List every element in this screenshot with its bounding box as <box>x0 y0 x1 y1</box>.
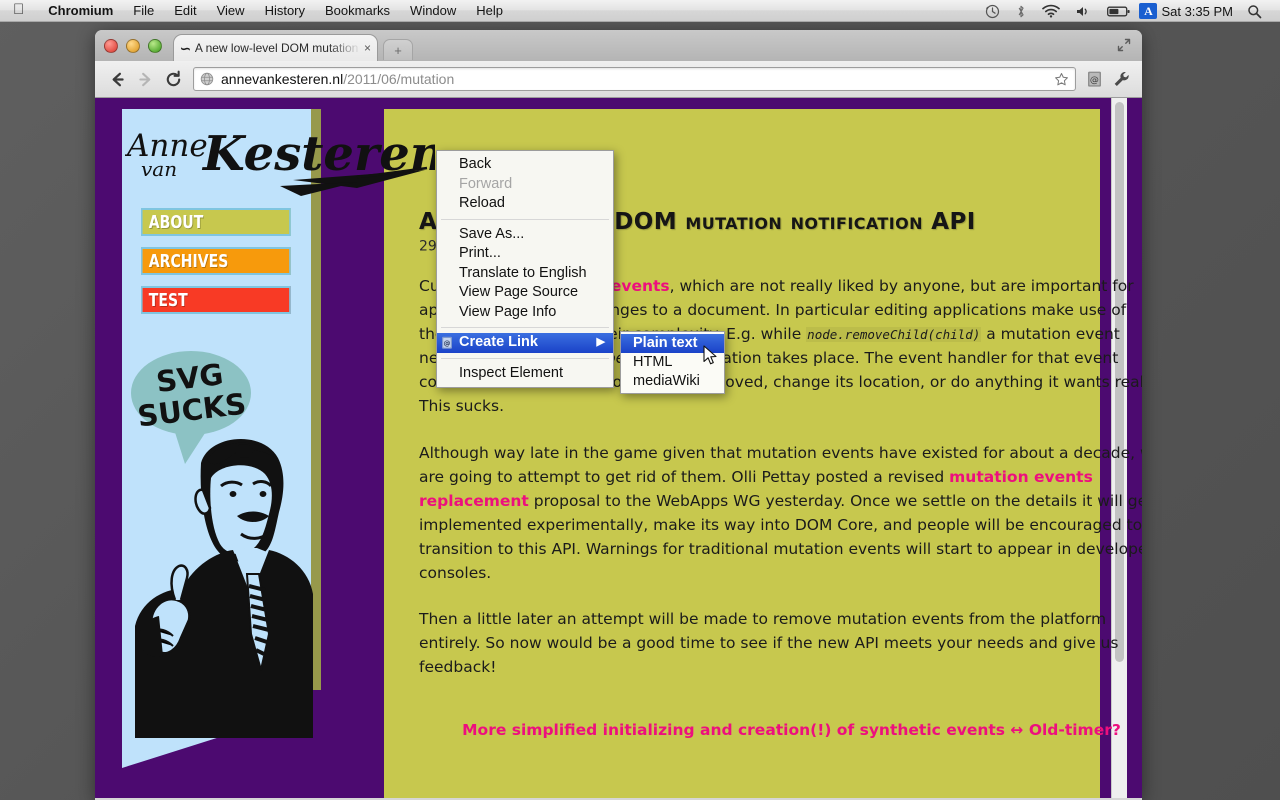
previous-post-link[interactable]: More simplified initializing and creatio… <box>462 721 1005 739</box>
context-menu-item-view-page-source[interactable]: View Page Source <box>437 283 613 303</box>
url-path: /2011/06/mutation <box>343 71 455 87</box>
menu-bar-clock[interactable]: Sat 3:35 PM <box>1161 4 1233 19</box>
menu-item-view[interactable]: View <box>207 3 255 18</box>
create-link-icon: @ <box>441 336 455 350</box>
context-menu-item-create-link[interactable]: @ Create Link ▶ <box>437 333 613 353</box>
squiggle-favicon: ∽ <box>180 40 191 56</box>
globe-icon <box>200 72 214 86</box>
zoom-window-button[interactable] <box>148 39 162 53</box>
next-post-link[interactable]: Old-timer? <box>1029 721 1121 739</box>
create-link-extension-icon[interactable]: @ <box>1082 66 1108 92</box>
bluetooth-icon[interactable] <box>1016 4 1026 19</box>
menu-item-bookmarks[interactable]: Bookmarks <box>315 3 400 18</box>
menu-item-chromium[interactable]: Chromium <box>38 3 123 18</box>
menu-bar-status-area: A Sat 3:35 PM <box>977 0 1280 22</box>
site-nav: ABOUT ARCHIVES TEST <box>141 208 293 325</box>
menu-item-file[interactable]: File <box>123 3 164 18</box>
context-menu-item-print[interactable]: Print... <box>437 244 613 264</box>
close-tab-icon[interactable]: × <box>364 41 371 55</box>
date-day: 29 <box>419 238 437 255</box>
forward-button[interactable] <box>131 65 159 93</box>
spotlight-search-icon[interactable] <box>1247 4 1262 19</box>
context-menu: Back Forward Reload Save As... Print... … <box>436 150 614 388</box>
battery-icon[interactable] <box>1107 5 1131 18</box>
window-traffic-lights <box>104 39 162 53</box>
address-bar-url: annevankesteren.nl/2011/06/mutation <box>221 71 1050 87</box>
close-window-button[interactable] <box>104 39 118 53</box>
context-menu-item-view-page-info[interactable]: View Page Info <box>437 303 613 323</box>
chevron-right-icon: ▶ <box>596 336 605 348</box>
nav-item-archives-label: ARCHIVES <box>148 250 229 272</box>
desktop-screen:  Chromium File Edit View History Bookma… <box>0 0 1280 800</box>
context-menu-separator <box>441 357 609 359</box>
maximize-window-icon[interactable] <box>1116 37 1132 53</box>
article-paragraph-2: Although way late in the game given that… <box>419 441 1142 585</box>
time-machine-icon[interactable] <box>985 4 1000 19</box>
svg-text:van: van <box>141 157 177 181</box>
postnav-separator: ↔ <box>1005 720 1029 739</box>
tab-strip: ∽ A new low-level DOM mutation notificat… <box>95 30 1142 61</box>
svg-sucks-illustration: SVG SUCKS <box>123 338 313 738</box>
page-viewport: Anne van Kesteren ABOUT ARCHIVES TEST SV… <box>95 98 1142 798</box>
apple-menu-icon[interactable]:  <box>13 2 24 17</box>
chromium-browser-window: ∽ A new low-level DOM mutation notificat… <box>95 30 1142 800</box>
nav-item-test[interactable]: TEST <box>141 286 291 314</box>
nav-item-about[interactable]: ABOUT <box>141 208 291 236</box>
reload-button[interactable] <box>159 65 187 93</box>
context-menu-item-reload[interactable]: Reload <box>437 194 613 214</box>
context-menu-separator <box>441 218 609 220</box>
menu-item-edit[interactable]: Edit <box>164 3 206 18</box>
create-link-label: Create Link <box>459 334 538 350</box>
context-menu-item-inspect-element[interactable]: Inspect Element <box>437 364 613 384</box>
site-logo[interactable]: Anne van Kesteren <box>124 114 445 204</box>
submenu-item-html[interactable]: HTML <box>621 353 724 372</box>
context-menu-item-back[interactable]: Back <box>437 155 613 175</box>
create-link-submenu: Plain text HTML mediaWiki <box>620 331 725 394</box>
post-navigation: More simplified initializing and creatio… <box>419 721 1142 739</box>
browser-tab[interactable]: ∽ A new low-level DOM mutation notificat… <box>173 34 378 61</box>
context-menu-separator <box>441 327 609 328</box>
svg-text:@: @ <box>1090 76 1099 86</box>
minimize-window-button[interactable] <box>126 39 140 53</box>
address-bar[interactable]: annevankesteren.nl/2011/06/mutation <box>193 67 1076 91</box>
context-menu-item-forward: Forward <box>459 175 513 192</box>
wifi-icon[interactable] <box>1042 4 1061 18</box>
star-icon[interactable] <box>1054 72 1069 87</box>
nav-item-test-label: TEST <box>148 289 188 311</box>
submenu-item-plain-text[interactable]: Plain text <box>621 334 724 353</box>
new-tab-button[interactable]: + <box>383 39 413 60</box>
volume-icon[interactable] <box>1076 5 1091 18</box>
submenu-item-mediawiki[interactable]: mediaWiki <box>621 372 724 391</box>
inline-code: node.removeChild(child) <box>806 327 982 343</box>
article-paragraph-3: Then a little later an attempt will be m… <box>419 609 1119 676</box>
tab-title: A new low-level DOM mutation notificatio… <box>194 41 361 55</box>
menu-item-history[interactable]: History <box>255 3 315 18</box>
menu-item-window[interactable]: Window <box>400 3 466 18</box>
browser-toolbar: annevankesteren.nl/2011/06/mutation @ <box>95 61 1142 98</box>
context-menu-item-translate[interactable]: Translate to English <box>437 264 613 284</box>
svg-text:@: @ <box>444 340 451 348</box>
context-menu-item-save-as[interactable]: Save As... <box>437 225 613 245</box>
macos-menu-bar:  Chromium File Edit View History Bookma… <box>0 0 1280 22</box>
input-source-badge[interactable]: A <box>1139 3 1158 19</box>
back-button[interactable] <box>103 65 131 93</box>
url-host: annevankesteren.nl <box>221 71 344 87</box>
wrench-menu-icon[interactable] <box>1108 66 1134 92</box>
nav-item-about-label: ABOUT <box>148 211 204 233</box>
nav-item-archives[interactable]: ARCHIVES <box>141 247 291 275</box>
menu-item-help[interactable]: Help <box>466 3 513 18</box>
